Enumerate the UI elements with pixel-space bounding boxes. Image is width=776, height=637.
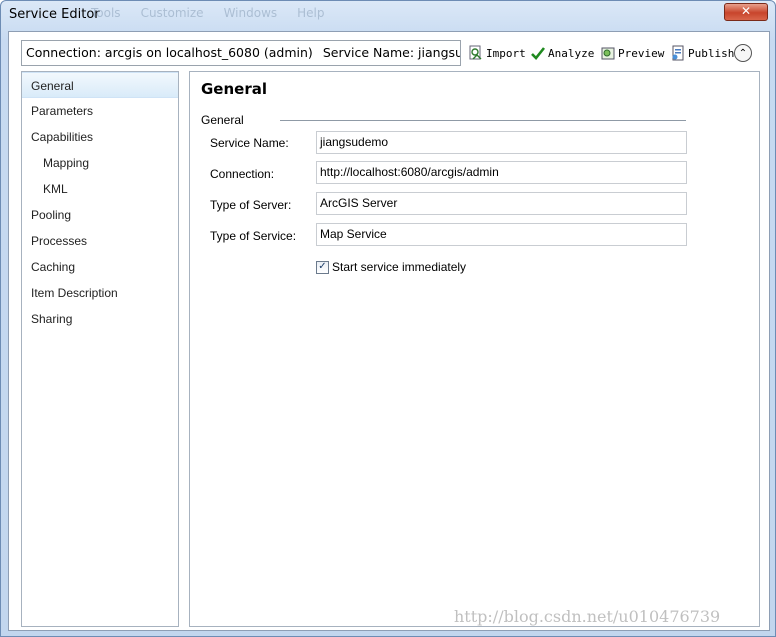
connection-info-bar: Connection: arcgis on localhost_6080 (ad… [21,40,461,66]
connection-label: Connection: [210,167,275,181]
publish-icon [670,45,686,61]
chevron-up-icon: ⌃ [738,47,748,59]
analyze-label: Analyze [548,46,595,60]
sidebar-item-parameters[interactable]: Parameters [22,98,178,124]
general-settings-panel: General General Service Name: jiangsudem… [189,71,760,627]
ghost-menu-customize: Customize [140,6,204,20]
service-name-field[interactable]: jiangsudemo [316,131,687,154]
checkmark-icon [530,45,546,61]
import-label: Import [486,46,526,60]
service-name-label: Service Name: [210,136,289,150]
ghost-menu-windows: Windows [223,6,278,20]
watermark-text: http://blog.csdn.net/u010476739 [454,607,721,626]
start-service-option[interactable]: ✓ Start service immediately [316,260,466,274]
sidebar-item-item-description[interactable]: Item Description [22,280,178,306]
close-button[interactable]: ✕ [724,3,768,21]
server-type-field[interactable]: ArcGIS Server [316,192,687,215]
editor-client-area: Connection: arcgis on localhost_6080 (ad… [8,31,770,631]
group-box-label: General [201,113,244,127]
service-name-text: Service Name: jiangsudemo [322,45,460,60]
collapse-button[interactable]: ⌃ [734,44,752,62]
close-icon: ✕ [740,4,752,18]
window-title: Service Editor [9,7,100,22]
ghost-menu-tools: Tools [91,6,121,20]
background-menu: Tools Customize Windows Help [91,6,325,20]
import-icon [468,45,484,61]
sidebar-item-kml[interactable]: KML [22,176,178,202]
connection-field[interactable]: http://localhost:6080/arcgis/admin [316,161,687,184]
service-type-label: Type of Service: [210,229,297,243]
connection-text: Connection: arcgis on localhost_6080 (ad… [26,45,313,60]
settings-sidebar: General Parameters Capabilities Mapping … [21,71,179,627]
service-type-field[interactable]: Map Service [316,223,687,246]
preview-button[interactable]: Preview [596,42,666,64]
title-bar[interactable]: Service Editor Tools Customize Windows H… [1,1,775,31]
service-editor-window: Service Editor Tools Customize Windows H… [0,0,776,637]
preview-icon [600,45,616,61]
page-title: General [201,80,267,98]
import-button[interactable]: Import [464,42,526,64]
sidebar-item-general[interactable]: General [22,72,178,98]
start-service-label: Start service immediately [332,260,467,274]
server-type-label: Type of Server: [210,198,292,212]
analyze-button[interactable]: Analyze [526,42,596,64]
sidebar-item-processes[interactable]: Processes [22,228,178,254]
sidebar-item-mapping[interactable]: Mapping [22,150,178,176]
sidebar-item-sharing[interactable]: Sharing [22,306,178,332]
check-icon: ✓ [318,261,327,272]
start-service-checkbox[interactable]: ✓ [316,260,329,274]
publish-button[interactable]: Publish [666,42,735,64]
toolbar: Import Analyze Preview Publish ⌃ [464,42,752,64]
group-divider [280,120,686,121]
ghost-menu-help: Help [297,6,325,20]
preview-label: Preview [618,46,665,60]
sidebar-item-caching[interactable]: Caching [22,254,178,280]
sidebar-item-pooling[interactable]: Pooling [22,202,178,228]
publish-label: Publish [688,46,735,60]
sidebar-item-capabilities[interactable]: Capabilities [22,124,178,150]
